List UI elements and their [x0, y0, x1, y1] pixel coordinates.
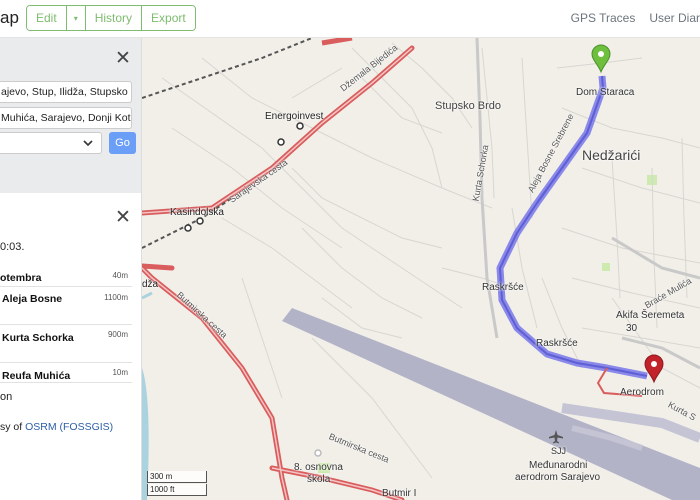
place-label: Kasindolska — [170, 207, 224, 218]
route-step[interactable]: otembra 40m — [0, 267, 132, 287]
end-marker-icon — [644, 354, 664, 384]
route-final-step: on — [0, 391, 13, 403]
map-graphics — [142, 38, 700, 500]
place-label: Energoinvest — [265, 111, 324, 122]
scale-bar-metric: 300 m — [147, 471, 207, 483]
routing-credit: sy of OSRM (FOSSGIS) — [0, 421, 113, 433]
route-step-distance: 1100m — [104, 293, 128, 302]
top-navbar: ap Edit ▾ History Export GPS Traces User… — [0, 0, 700, 38]
scale-bar-imperial: 1000 ft — [147, 484, 207, 496]
edit-button[interactable]: Edit — [27, 6, 67, 30]
route-step[interactable]: Kurta Schorka 900m — [0, 325, 132, 363]
edit-button-group: Edit ▾ History Export — [26, 5, 196, 31]
route-step-distance: 10m — [112, 368, 128, 377]
place-label: Međunarodni — [529, 460, 588, 471]
place-label: aerodrom Sarajevo — [515, 472, 601, 483]
map-canvas[interactable]: Energoinvest Kasindolska Stupsko Brdo Ne… — [142, 38, 700, 500]
route-step-name: Kurta Schorka — [2, 332, 74, 344]
route-from-input[interactable]: ajevo, Stup, Ilidža, Stupsko B — [0, 81, 132, 103]
user-nav: GPS Traces User Diar — [571, 11, 700, 25]
history-button[interactable]: History — [85, 6, 143, 30]
directions-form: ✕ ajevo, Stup, Ilidža, Stupsko B Muhića,… — [0, 38, 141, 193]
place-label: Raskršće — [536, 338, 578, 349]
place-label: Akifa Šeremeta — [616, 310, 685, 321]
go-button[interactable]: Go — [109, 132, 136, 154]
gps-traces-link[interactable]: GPS Traces — [571, 11, 636, 25]
route-to-input[interactable]: Muhića, Sarajevo, Donji Kotor — [0, 107, 132, 129]
close-route-icon[interactable]: ✕ — [115, 208, 131, 227]
place-label: Aerodrom — [620, 387, 664, 398]
route-step-name: otembra — [0, 272, 42, 284]
route-step-name: Aleja Bosne — [2, 293, 63, 305]
place-label: Butmir I — [382, 488, 417, 499]
edit-dropdown-caret-icon[interactable]: ▾ — [66, 6, 86, 30]
route-step[interactable]: Aleja Bosne 1100m — [0, 287, 132, 325]
close-directions-icon[interactable]: ✕ — [115, 49, 131, 68]
railway-line — [142, 38, 313, 99]
tram-stop-icon — [277, 138, 285, 146]
place-label: Nedžarići — [582, 147, 641, 163]
route-panel: ✕ 0:03. otembra 40m Aleja Bosne 1100m Ku… — [0, 205, 141, 500]
place-label: SJJ — [551, 446, 567, 456]
routing-engine-select[interactable] — [0, 132, 102, 154]
route-step-distance: 40m — [112, 271, 128, 280]
route-step-distance: 900m — [107, 330, 128, 339]
route-summary: 0:03. — [0, 241, 25, 253]
place-label: dža — [142, 279, 159, 290]
chevron-down-icon — [83, 140, 93, 147]
osrm-link[interactable]: OSRM (FOSSGIS) — [25, 421, 113, 433]
route-step[interactable]: Reufa Muhića 10m — [0, 363, 132, 383]
place-label: škola — [307, 474, 331, 485]
credit-prefix: sy of — [0, 421, 26, 433]
place-label: 30 — [626, 323, 638, 334]
site-logo-text[interactable]: ap — [0, 8, 19, 28]
place-label: Stupsko Brdo — [435, 100, 502, 112]
place-label: 8. osnovna — [294, 462, 343, 473]
place-label: Raskršće — [482, 282, 524, 293]
user-diaries-link[interactable]: User Diar — [649, 11, 700, 25]
start-marker-icon — [591, 44, 611, 74]
sidebar: ✕ ajevo, Stup, Ilidža, Stupsko B Muhića,… — [0, 38, 142, 500]
place-label: Dom Staraca — [576, 87, 635, 98]
export-button[interactable]: Export — [142, 6, 195, 30]
route-step-name: Reufa Muhića — [2, 370, 71, 382]
